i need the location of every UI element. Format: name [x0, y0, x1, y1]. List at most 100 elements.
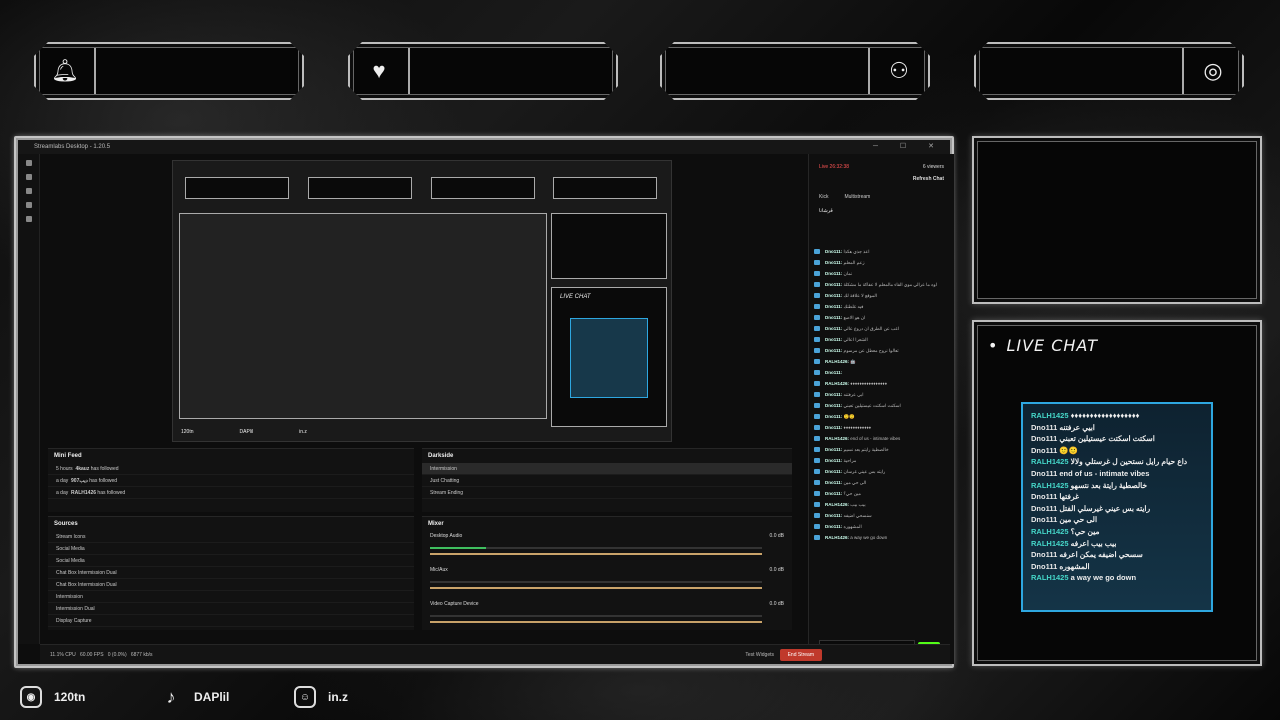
live-chat-message: RALH1425 مين حي؟ [1031, 526, 1100, 536]
live-chat-title: LIVE CHAT [988, 336, 1098, 355]
chat-message: Dno111: [809, 367, 954, 378]
window-controls[interactable]: ─ ☐ ✕ [873, 142, 944, 150]
window-title: Streamlabs Desktop - 1.20.5 [34, 144, 111, 150]
live-chat-message: RALH1425 ♦♦♦♦♦♦♦♦♦♦♦♦♦♦♦♦♦♦ [1031, 411, 1140, 420]
fps-readout: 60.00 FPS [79, 652, 104, 658]
source-item[interactable]: Display Capture [48, 615, 414, 627]
social-label: DAPlil [194, 690, 230, 704]
preview-alert-2 [308, 177, 412, 199]
nav-editor-icon[interactable] [25, 160, 32, 166]
live-chat-message: Dno111 الى حي مين [1031, 515, 1098, 525]
source-item[interactable]: Chat Box Intermission Dual [48, 567, 414, 579]
mini-feed-panel: Mini Feed 5 hours 4kauz has followed a d… [48, 448, 414, 512]
scene-item[interactable]: Intermission [422, 463, 792, 475]
heart-hand-icon: ♥ [372, 58, 386, 83]
sources-panel: Sources Stream Icons Social Media Social… [48, 516, 414, 630]
dropped-frames: 0 (0.0%) [107, 652, 127, 658]
chat-message: Dno111: مين حي؟ [809, 488, 954, 499]
source-item[interactable]: Stream Icons [48, 531, 414, 543]
camera-frame [972, 136, 1262, 304]
scene-item[interactable]: Stream Ending [422, 487, 792, 499]
chat-message: Dno111: ابي عرفتنه [809, 389, 954, 400]
volume-slider[interactable] [430, 553, 762, 555]
live-chat-message: Dno111 end of us - intimate vibes [1031, 468, 1150, 478]
stream-preview[interactable]: LIVE CHAT 120tn DAPlil in.z [172, 160, 672, 442]
chat-message: RALH1426: a way we go down [809, 532, 954, 543]
live-chat-message: RALH1425 بيب بيب اعرفه [1031, 538, 1117, 548]
chat-message: Dno111: تعالوا نروح معطل عن مرسوم [809, 345, 954, 356]
mixer-title: Mixer [428, 521, 444, 527]
end-stream-button[interactable]: End Stream [779, 649, 822, 661]
chat-message: Dno111: ♦♦♦♦♦♦♦♦♦♦♦♦ [809, 422, 954, 433]
chat-message: Dno111: مراحية [809, 455, 954, 466]
test-widgets-button[interactable]: Test Widgets [745, 652, 774, 658]
preview-alert-3 [431, 177, 535, 199]
chat-message: Dno111: فيه غلطتك [809, 301, 954, 312]
refresh-chat-button[interactable]: Refresh Chat [809, 170, 954, 182]
feed-item[interactable]: a day 907ديب has followed [48, 475, 414, 487]
nav-settings-icon[interactable] [25, 216, 32, 222]
chat-message: Dno111: الموقع لا علاقة لك [809, 290, 954, 301]
status-bar: 11.1% CPU 60.00 FPS 0 (0.0%) 6877 kb/s T… [40, 644, 950, 664]
chat-message: Dno111: اسكنت اسكتت عيستيلين تعبني [809, 400, 954, 411]
left-nav [18, 154, 40, 644]
live-chat-message: RALH1425 داع حيام رايل نستحين ل غرستلي و… [1031, 457, 1188, 467]
nav-theme-icon[interactable] [25, 174, 32, 180]
preview-nested-capture [179, 213, 547, 419]
chat-channel-header: قرشانا [819, 208, 833, 214]
preview-social-discord: in.z [299, 429, 307, 435]
source-item[interactable]: Intermission [48, 591, 414, 603]
instagram-icon: ◉ [20, 686, 42, 708]
chat-message: RALH1426: 🤖 [809, 356, 954, 367]
chat-message: Dno111: سنسحي اضيفه [809, 510, 954, 521]
volume-slider[interactable] [430, 587, 762, 589]
alert-frame-subscriber: ⚇ [660, 42, 930, 100]
chat-message: Dno111: اعذ جذي هكذا [809, 246, 954, 257]
mixer-channel: Desktop Audio 0.0 dB [422, 531, 792, 565]
volume-slider[interactable] [430, 621, 762, 623]
social-instagram: ◉ 120tn [20, 686, 85, 708]
preview-social-tiktok: DAPlil [239, 429, 254, 435]
live-chat-message: Dno111 المشهوره [1031, 561, 1090, 571]
feed-item[interactable]: 5 hours 4kauz has followed [48, 463, 414, 475]
tab-multistream[interactable]: Multistream [844, 194, 870, 200]
social-tiktok: ♪ DAPlil [160, 686, 230, 708]
feed-item[interactable]: a day RALH1426 has followed [48, 487, 414, 499]
live-chat-message: RALH1425 خالصطية رايتة بعد نتسهو [1031, 480, 1148, 490]
chat-messages: Dno111: اعذ جذي هكذا Dno111: زعم المعلم Dn… [809, 246, 954, 626]
window-titlebar: Streamlabs Desktop - 1.20.5 ─ ☐ ✕ [18, 140, 950, 154]
source-item[interactable]: Chat Box Intermission Dual [48, 579, 414, 591]
chat-tabs: Kick Multistream [809, 182, 954, 200]
chat-message: Dno111: اوه ما عرالي موي الفاء مالمعلم ل… [809, 279, 954, 290]
mini-feed-title: Mini Feed [54, 453, 82, 459]
tiktok-icon: ♪ [166, 686, 176, 707]
chat-message: Dno111: 🙂🙂 [809, 411, 954, 422]
sources-title: Sources [54, 521, 78, 527]
source-item[interactable]: Social Media [48, 555, 414, 567]
mixer-panel: Mixer Desktop Audio 0.0 dB Mic/Aux 0.0 dB … [422, 516, 792, 630]
chat-message: Dno111: رايته بس عيني غرسان [809, 466, 954, 477]
preview-chat-frame: LIVE CHAT [551, 287, 667, 427]
users-check-icon: ⚇ [889, 58, 909, 83]
viewer-count: 6 viewers [922, 164, 944, 170]
chat-message: Dno111: ان هو الاصع [809, 312, 954, 323]
chat-message: Dno111: زعم المعلم [809, 257, 954, 268]
live-chat-message: Dno111 غرفتها [1031, 492, 1080, 502]
source-item[interactable]: Social Media [48, 543, 414, 555]
tab-kick[interactable]: Kick [819, 194, 828, 200]
nav-store-icon[interactable] [25, 188, 32, 194]
source-item[interactable]: Intermission Dual [48, 603, 414, 615]
preview-alert-1 [185, 177, 289, 199]
chat-message: Dno111: خالصطية رايتم بعد نسيم [809, 444, 954, 455]
discord-icon: ☺ [294, 686, 316, 708]
nav-apps-icon[interactable] [25, 202, 32, 208]
chat-message: RALH1426: ♦♦♦♦♦♦♦♦♦♦♦♦♦♦♦♦ [809, 378, 954, 389]
scene-collection-title[interactable]: Darkside [422, 449, 792, 463]
preview-social-instagram: 120tn [181, 429, 194, 435]
chat-message: Dno111: نمان [809, 268, 954, 279]
chat-message: RALH1426: end of us - intimate vibes [809, 433, 954, 444]
live-chat-message: Dno111 اسكتت اسكتت عيستيلين تعبني [1031, 434, 1155, 444]
scene-item[interactable]: Just Chatting [422, 475, 792, 487]
streamlabs-window: Streamlabs Desktop - 1.20.5 ─ ☐ ✕ LIVE C… [16, 138, 954, 666]
social-label: in.z [328, 690, 348, 704]
